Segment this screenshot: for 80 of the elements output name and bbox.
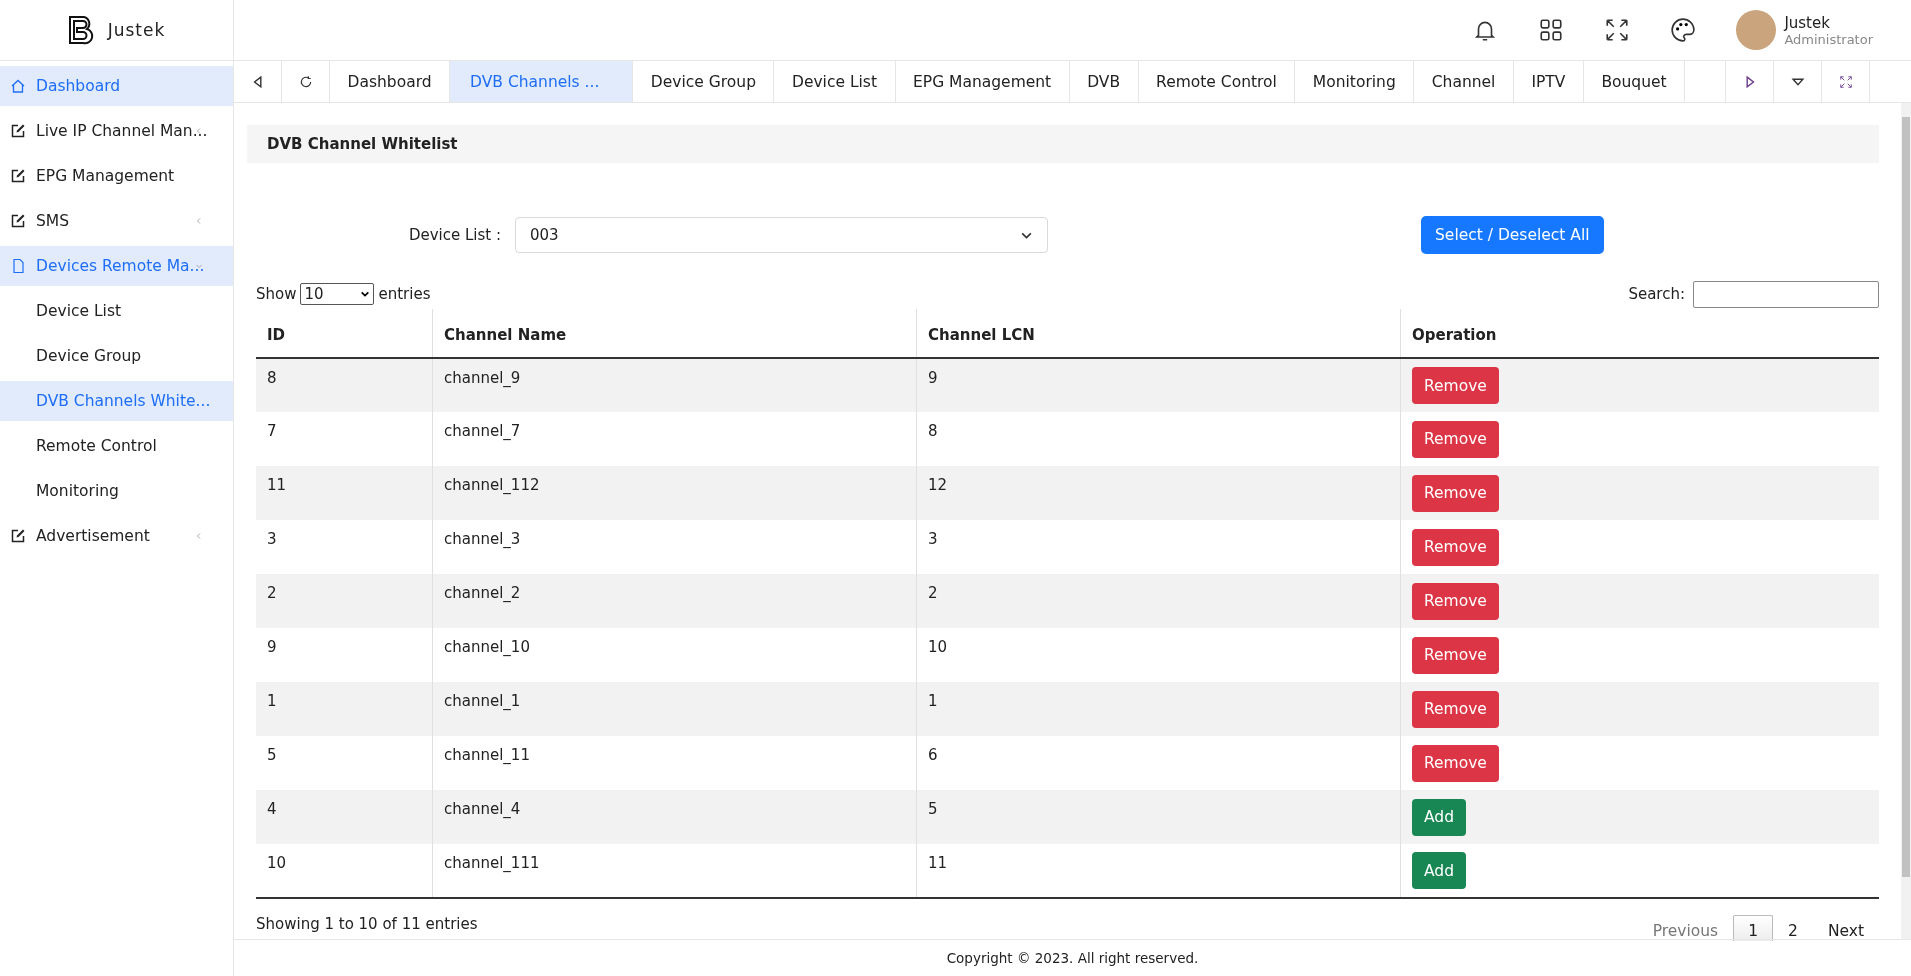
add-button[interactable]: Add — [1412, 798, 1466, 836]
scrollbar[interactable] — [1901, 103, 1911, 939]
sidebar-item[interactable]: SMS — [0, 201, 233, 241]
user-role: Administrator — [1784, 31, 1873, 47]
add-button[interactable]: Add — [1412, 852, 1466, 889]
brand-name: Justek — [107, 20, 166, 40]
show-label: Show — [256, 285, 297, 303]
fullscreen-icon — [1838, 74, 1853, 89]
footer-text: Copyright © 2023. All right reserved. — [234, 939, 1911, 976]
remove-button[interactable]: Remove — [1412, 636, 1499, 674]
sidebar-item[interactable]: Live IP Channel Man... — [0, 111, 233, 151]
home-icon — [10, 78, 26, 94]
avatar[interactable] — [1736, 10, 1777, 50]
table-cell: channel_112 — [432, 466, 917, 520]
remove-button[interactable]: Remove — [1412, 744, 1499, 782]
table-info: Showing 1 to 10 of 11 entries — [256, 915, 478, 933]
chevron-left-icon — [195, 217, 203, 225]
submenu-item[interactable]: Remote Control — [0, 426, 233, 466]
page-size-select[interactable]: 10 — [300, 283, 375, 305]
remove-button[interactable]: Remove — [1412, 420, 1499, 458]
edit-icon — [10, 168, 26, 184]
file-icon — [10, 258, 26, 274]
table-cell: 11 — [256, 466, 433, 520]
search-field[interactable] — [1693, 280, 1879, 308]
select-all-button[interactable]: Select / Deselect All — [1421, 216, 1604, 254]
grid-icon[interactable] — [1538, 17, 1565, 43]
logo-icon — [67, 15, 94, 45]
table-cell: 5 — [256, 736, 433, 790]
table-cell: 9 — [256, 628, 433, 682]
entries-label: entries — [378, 285, 431, 303]
remove-button[interactable]: Remove — [1412, 474, 1499, 512]
panel-title: DVB Channel Whitelist — [247, 125, 1879, 163]
device-select[interactable]: 003 — [515, 217, 1048, 253]
submenu-item[interactable]: Monitoring — [0, 471, 233, 511]
table-cell: channel_4 — [432, 790, 917, 844]
remove-button[interactable]: Remove — [1412, 528, 1499, 566]
page-button[interactable]: 2 — [1773, 915, 1813, 941]
submenu-item[interactable]: DVB Channels White... — [0, 381, 233, 421]
table-cell: 3 — [256, 520, 433, 574]
table-cell: channel_111 — [432, 844, 917, 898]
fullscreen-icon[interactable] — [1604, 17, 1631, 43]
table-cell: 9 — [916, 358, 1401, 412]
sidebar-item[interactable]: Advertisement — [0, 516, 233, 556]
tab[interactable]: DVB Channels ... — [450, 61, 634, 102]
page-button[interactable]: 1 — [1733, 915, 1773, 941]
table-cell: 12 — [916, 466, 1401, 520]
table-cell: 2 — [916, 574, 1401, 628]
user-name: Justek — [1784, 13, 1831, 32]
refresh-icon — [298, 74, 313, 89]
table-cell: 8 — [256, 358, 433, 412]
edit-icon — [10, 123, 26, 139]
remove-button[interactable]: Remove — [1412, 367, 1499, 404]
chevron-left-icon — [195, 127, 203, 135]
sidebar-item[interactable]: Dashboard — [0, 66, 233, 106]
table-cell: 7 — [256, 412, 433, 466]
sidebar-item[interactable]: EPG Management — [0, 156, 233, 196]
table-cell: 1 — [916, 682, 1401, 736]
table-cell: channel_9 — [432, 358, 917, 412]
table-cell: channel_1 — [432, 682, 917, 736]
table-cell: 2 — [256, 574, 433, 628]
chevron-left-icon — [195, 532, 203, 540]
table-cell: channel_2 — [432, 574, 917, 628]
field-label: Device List : — [407, 226, 501, 244]
submenu-item[interactable]: Device List — [0, 291, 233, 331]
table-cell: 1 — [256, 682, 433, 736]
table-cell: 10 — [256, 844, 433, 898]
remove-button[interactable]: Remove — [1412, 582, 1499, 620]
table-cell: 5 — [916, 790, 1401, 844]
table-cell: 4 — [256, 790, 433, 844]
submenu-item[interactable]: Device Group — [0, 336, 233, 376]
search-label: Search: — [1628, 285, 1685, 303]
edit-icon — [10, 528, 26, 544]
chevron-down-icon — [360, 289, 371, 299]
edit-icon — [10, 213, 26, 229]
remove-button[interactable]: Remove — [1412, 690, 1499, 728]
chevron-down-icon — [195, 262, 203, 270]
palette-icon[interactable] — [1670, 17, 1697, 43]
next-button[interactable]: Next — [1812, 915, 1879, 941]
table-cell: 11 — [916, 844, 1401, 898]
sidebar-item[interactable]: Devices Remote Ma... — [0, 246, 233, 286]
